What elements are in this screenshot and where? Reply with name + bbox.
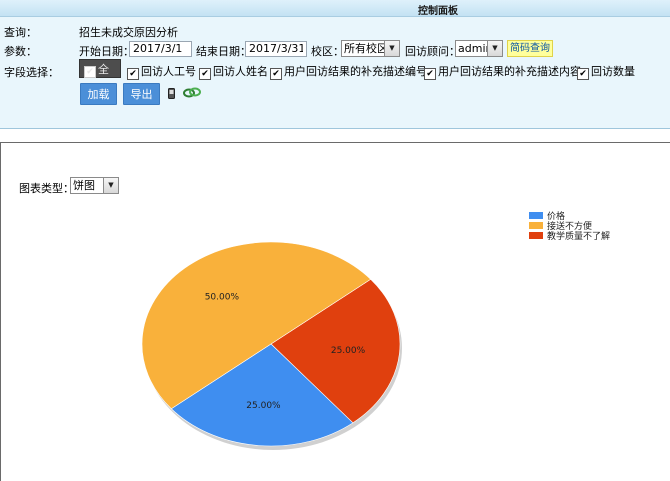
- params-label: 参数：: [4, 45, 37, 58]
- field-item[interactable]: ✔ 用户回访结果的补充描述编号: [270, 63, 427, 80]
- link-icon[interactable]: [183, 86, 201, 102]
- chevron-down-icon: ▼: [103, 178, 118, 193]
- field-checkbox[interactable]: ✔: [270, 68, 282, 80]
- campus-select[interactable]: 所有校区 ▼: [341, 40, 400, 57]
- query-name: 招生未成交原因分析: [79, 26, 178, 39]
- control-panel: 控制面板 查询： 招生未成交原因分析 参数： 开始日期： 结束日期： 校区： 所…: [0, 0, 670, 129]
- chart-type-value: 饼图: [73, 179, 95, 192]
- field-label: 回访人姓名: [213, 65, 268, 78]
- query-label: 查询：: [4, 26, 37, 39]
- field-label: 回访人工号: [141, 65, 196, 78]
- panel-header: 控制面板: [0, 0, 670, 17]
- phone-icon[interactable]: [168, 88, 175, 102]
- field-item[interactable]: ✔ 回访数量: [577, 63, 635, 80]
- export-button[interactable]: 导出: [123, 83, 160, 105]
- chevron-down-icon: ▼: [384, 41, 399, 56]
- select-all-checkbox[interactable]: ✔: [84, 66, 96, 78]
- fields-label: 字段选择：: [4, 66, 59, 79]
- chevron-down-icon: ▼: [487, 41, 502, 56]
- load-button[interactable]: 加载: [80, 83, 117, 105]
- advisor-select[interactable]: admin ▼: [455, 40, 503, 57]
- campus-label: 校区：: [311, 45, 344, 58]
- quick-query-button[interactable]: 简码查询: [507, 40, 553, 57]
- field-item[interactable]: ✔ 用户回访结果的补充描述内容: [424, 63, 581, 80]
- start-date-input[interactable]: [129, 41, 192, 57]
- field-item[interactable]: ✔ 回访人工号: [127, 63, 196, 80]
- start-date-label: 开始日期：: [79, 45, 134, 58]
- field-checkbox[interactable]: ✔: [577, 68, 589, 80]
- field-label: 用户回访结果的补充描述编号: [284, 65, 427, 78]
- campus-select-value: 所有校区: [344, 42, 388, 55]
- field-checkbox[interactable]: ✔: [199, 68, 211, 80]
- end-date-label: 结束日期：: [196, 45, 251, 58]
- advisor-label: 回访顾问：: [405, 45, 460, 58]
- panel-title: 控制面板: [418, 6, 458, 17]
- chart-type-select[interactable]: 饼图 ▼: [70, 177, 119, 194]
- field-label: 用户回访结果的补充描述内容: [438, 65, 581, 78]
- field-checkbox[interactable]: ✔: [424, 68, 436, 80]
- field-label: 回访数量: [591, 65, 635, 78]
- field-checkbox[interactable]: ✔: [127, 68, 139, 80]
- select-all-button[interactable]: ✔全选: [79, 59, 121, 95]
- end-date-input[interactable]: [245, 41, 307, 57]
- field-item[interactable]: ✔ 回访人姓名: [199, 63, 268, 80]
- chart-type-label: 图表类型：: [19, 182, 74, 195]
